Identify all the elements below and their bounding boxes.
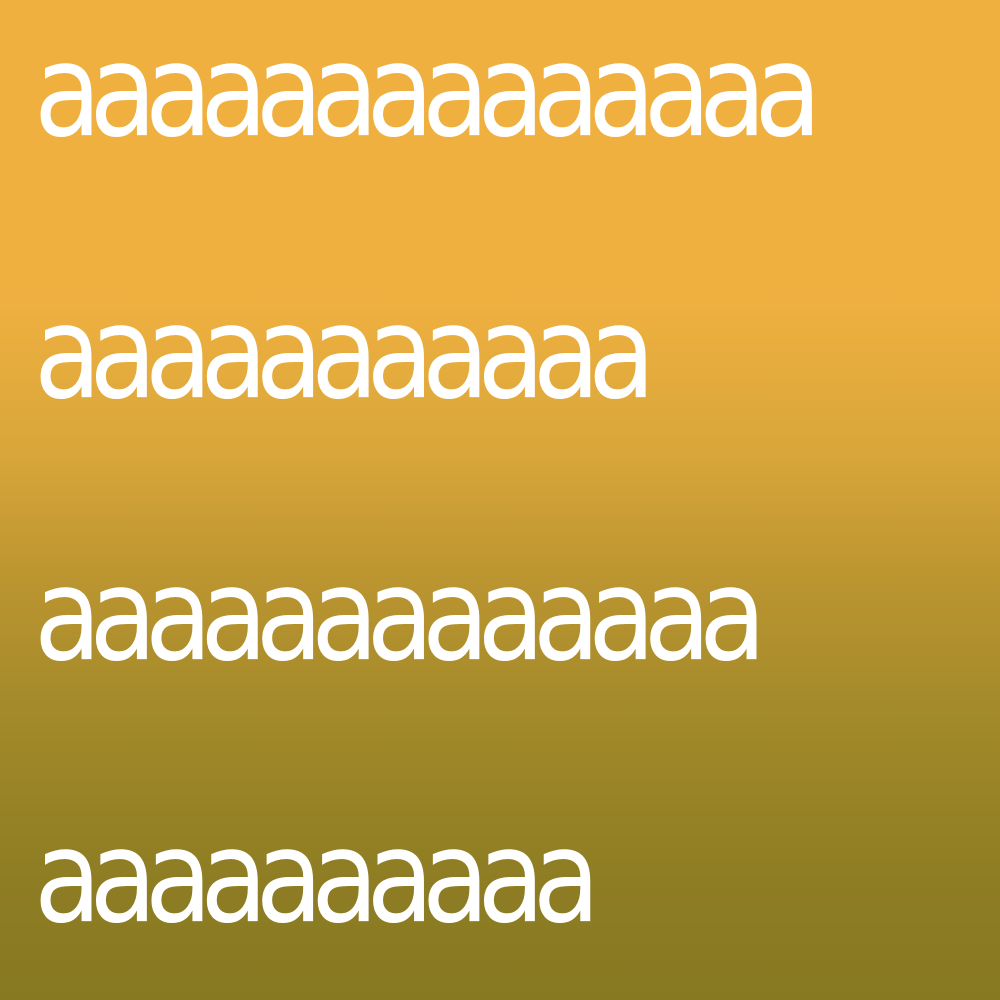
canvas: { "lines": [ "aaaaaaaaaaaaaa", "aaaaaaaa… — [0, 0, 1000, 1000]
text-line-1: aaaaaaaaaaaaaa — [34, 17, 822, 166]
text-line-4: aaaaaaaaaa — [34, 803, 600, 952]
text-line-2: aaaaaaaaaaa — [34, 279, 656, 428]
text-line-3: aaaaaaaaaaaaa — [34, 541, 766, 690]
